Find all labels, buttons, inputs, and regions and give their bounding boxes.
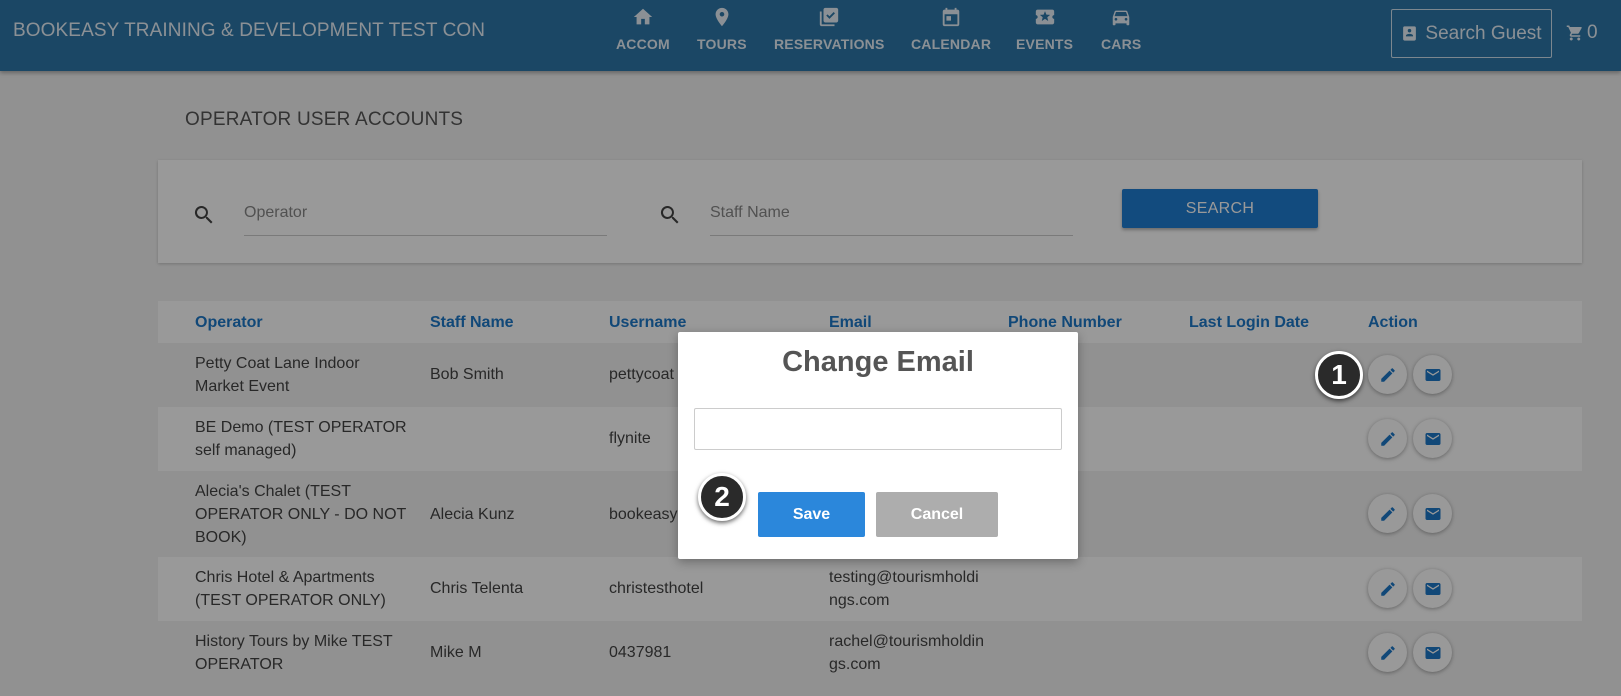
change-email-dialog: Change Email Save Cancel — [678, 332, 1078, 559]
step-marker-1: 1 — [1315, 351, 1363, 399]
save-button[interactable]: Save — [758, 492, 865, 537]
cancel-button[interactable]: Cancel — [876, 492, 998, 537]
step-marker-2: 2 — [698, 473, 746, 521]
new-email-input[interactable] — [694, 408, 1062, 450]
dialog-title: Change Email — [782, 346, 974, 378]
